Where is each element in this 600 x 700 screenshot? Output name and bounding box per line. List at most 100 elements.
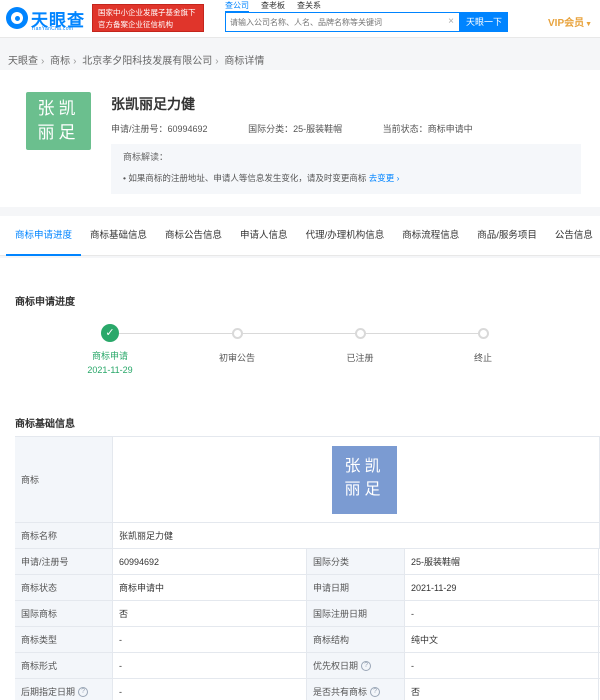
table-label-text: 是否共有商标: [313, 687, 368, 697]
search-button[interactable]: 天眼一下: [460, 12, 508, 32]
table-value: -: [405, 653, 599, 678]
table-label: 后期指定日期?: [15, 679, 113, 700]
chevron-down-icon: ▼: [585, 21, 593, 28]
table-row: 商标类型 - 商标结构 纯中文: [15, 627, 600, 653]
table-label-text: 后期指定日期: [21, 687, 76, 697]
table-label: 商标结构: [307, 627, 405, 652]
interpretation-text: • 如果商标的注册地址、申请人等信息发生变化，请及时变更商标 去变更 ›: [123, 172, 569, 184]
breadcrumb-current: 商标详情: [224, 56, 265, 67]
step-dot-icon: [477, 328, 489, 339]
interpretation-title: 商标解读：: [123, 152, 169, 162]
intl-class: 国际分类：25-服装鞋帽: [248, 124, 343, 134]
trademark-name: 张凯丽足力健: [111, 96, 195, 112]
table-value: -: [113, 627, 307, 652]
tab-notice-info[interactable]: 公告信息: [546, 216, 600, 256]
trademark-image-small: 张凯 丽足: [332, 445, 397, 514]
clear-icon[interactable]: ×: [448, 16, 454, 27]
table-value: 张凯丽足力健: [113, 523, 600, 548]
trademark-image-line-2: 丽足: [37, 123, 80, 142]
step-label: 初审公告: [218, 353, 255, 363]
table-label: 申请/注册号: [15, 549, 113, 574]
interpretation-message: • 如果商标的注册地址、申请人等信息发生变化，请及时变更商标: [123, 173, 367, 183]
search-tabs: 查公司 查老板 查关系: [225, 0, 321, 12]
tab-applicant-info[interactable]: 申请人信息: [231, 216, 297, 256]
step-date: 2021-11-29: [87, 365, 133, 375]
table-row: 商标 张凯 丽足: [15, 437, 600, 523]
basic-info-table: 商标 张凯 丽足 商标名称 张凯丽足力健 申请/注册号 60994692 国际分…: [15, 436, 600, 700]
vip-menu[interactable]: VIP会员▼: [548, 14, 592, 29]
step-label: 终止: [473, 353, 492, 363]
detail-tabs: 商标申请进度 商标基础信息 商标公告信息 申请人信息 代理/办理机构信息 商标流…: [0, 216, 600, 256]
top-header: 天眼查 TianYanCha.com 国家中小企业发展子基金旗下 官方备案企业征…: [0, 0, 600, 38]
table-label: 是否共有商标?: [307, 679, 405, 700]
banner-line-2: 官方备案企业征信机构: [98, 20, 173, 29]
main-content: 商标申请进度 ✓ 商标申请 2021-11-29 初审公告 已注册 终止 商标基…: [0, 258, 600, 700]
trademark-summary-card: 张凯 丽足 张凯丽足力健 申请/注册号：60994692 国际分类：25-服装鞋…: [0, 70, 600, 207]
table-label: 商标名称: [15, 523, 113, 548]
current-status: 当前状态：商标申请中: [382, 124, 473, 134]
breadcrumb-home[interactable]: 天眼查: [8, 56, 38, 67]
search-tab-company[interactable]: 查公司: [225, 0, 249, 12]
step-label: 商标申请: [91, 351, 128, 361]
help-icon[interactable]: ?: [361, 660, 372, 671]
logo[interactable]: 天眼查 TianYanCha.com: [6, 5, 88, 33]
table-label: 商标: [15, 437, 113, 522]
table-label: 申请日期: [307, 575, 405, 600]
table-value: 否: [113, 601, 307, 626]
trademark-image-line-1: 张凯: [344, 457, 385, 475]
breadcrumb-trademark[interactable]: 商标: [50, 56, 70, 67]
table-value: 60994692: [113, 549, 307, 574]
table-label: 国际注册日期: [307, 601, 405, 626]
breadcrumb-separator: ›: [41, 56, 45, 67]
table-label: 国际商标: [15, 601, 113, 626]
table-value: 商标申请中: [113, 575, 307, 600]
tab-goods-services[interactable]: 商品/服务项目: [468, 216, 546, 256]
trademark-info-row: 申请/注册号：60994692 国际分类：25-服装鞋帽 当前状态：商标申请中: [111, 122, 511, 135]
search-input[interactable]: [226, 13, 441, 31]
table-row: 商标名称 张凯丽足力健: [15, 523, 600, 549]
search-tab-boss[interactable]: 查老板: [261, 0, 285, 12]
table-row: 后期指定日期? - 是否共有商标? 否: [15, 679, 600, 700]
banner-line-1: 国家中小企业发展子基金旗下: [98, 8, 196, 17]
help-icon[interactable]: ?: [370, 686, 381, 697]
breadcrumb-separator: ›: [73, 56, 77, 67]
table-value: -: [405, 601, 599, 626]
step-label: 已注册: [346, 353, 374, 363]
table-value: 2021-11-29: [405, 575, 599, 600]
step-dot-icon: [231, 328, 243, 339]
table-value: 纯中文: [405, 627, 599, 652]
trademark-image-line-1: 张凯: [37, 99, 80, 118]
check-icon: ✓: [101, 324, 119, 342]
table-value: 25-服装鞋帽: [405, 549, 599, 574]
table-label-text: 优先权日期: [313, 661, 359, 671]
help-icon[interactable]: ?: [78, 686, 89, 697]
search-tab-relation[interactable]: 查关系: [297, 0, 321, 12]
progress-line: [110, 333, 482, 334]
breadcrumb-company[interactable]: 北京孝夕阳科技发展有限公司: [82, 56, 212, 67]
table-row: 商标状态 商标申请中 申请日期 2021-11-29: [15, 575, 600, 601]
reg-number: 申请/注册号：60994692: [111, 124, 208, 134]
trademark-interpretation: 商标解读： • 如果商标的注册地址、申请人等信息发生变化，请及时变更商标 去变更…: [111, 144, 581, 194]
tab-application-progress[interactable]: 商标申请进度: [6, 216, 82, 256]
tab-agency-info[interactable]: 代理/办理机构信息: [297, 216, 394, 256]
table-label: 商标形式: [15, 653, 113, 678]
table-label: 商标类型: [15, 627, 113, 652]
logo-subtext: TianYanCha.com: [31, 26, 74, 32]
table-value: 否: [405, 679, 599, 700]
change-link-label: 去变更: [368, 173, 395, 183]
table-row: 国际商标 否 国际注册日期 -: [15, 601, 600, 627]
promo-banner[interactable]: 国家中小企业发展子基金旗下 官方备案企业征信机构: [92, 4, 204, 32]
table-label: 优先权日期?: [307, 653, 405, 678]
tab-announcement-info[interactable]: 商标公告信息: [156, 216, 231, 256]
progress-steps: ✓ 商标申请 2021-11-29 初审公告 已注册 终止: [0, 324, 600, 386]
table-value: -: [113, 679, 307, 700]
change-link[interactable]: 去变更 ›: [369, 173, 400, 183]
tab-basic-info[interactable]: 商标基础信息: [81, 216, 156, 256]
table-label: 国际分类: [307, 549, 405, 574]
chevron-right-icon: ›: [396, 173, 400, 183]
step-preliminary: 初审公告: [197, 326, 277, 364]
table-row: 商标形式 - 优先权日期? -: [15, 653, 600, 679]
breadcrumb: 天眼查 › 商标 › 北京孝夕阳科技发展有限公司 › 商标详情: [8, 52, 264, 67]
tab-process-info[interactable]: 商标流程信息: [393, 216, 468, 256]
breadcrumb-separator: ›: [215, 56, 219, 67]
